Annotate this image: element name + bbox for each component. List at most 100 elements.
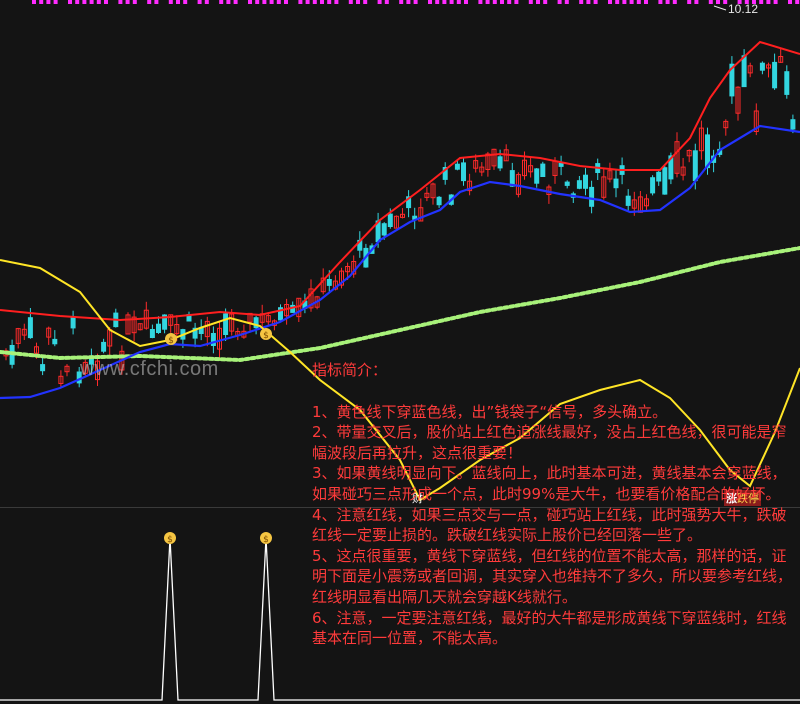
signal-marker: [82, 0, 87, 4]
candle-body: [540, 163, 546, 178]
signal-marker: [233, 0, 238, 4]
candle-body: [656, 171, 662, 182]
red-ma-line: [0, 40, 800, 322]
signal-marker: [586, 0, 591, 4]
svg-text:$: $: [167, 535, 173, 545]
signal-marker: [399, 0, 404, 4]
candle-body: [436, 196, 442, 206]
signal-marker: [75, 0, 80, 4]
description-item: 1、黄色线下穿蓝色线，出”钱袋子“信号，多头确立。: [312, 402, 668, 421]
signal-marker: [284, 0, 288, 4]
candle-body: [70, 317, 76, 329]
candle-body: [534, 168, 540, 184]
signal-marker: [125, 0, 130, 4]
signal-marker: [32, 0, 36, 4]
signal-marker: [629, 0, 634, 4]
money-bag-icon: $: [260, 328, 272, 341]
signal-marker: [204, 0, 209, 4]
signal-marker: [708, 0, 713, 4]
signal-marker: [406, 0, 411, 4]
candle-body: [223, 313, 229, 335]
signal-marker: [557, 0, 562, 4]
signal-marker: [478, 0, 483, 4]
signal-marker: [507, 0, 512, 4]
description-item: 6、注意，一定要注意红线，最好的大牛都是形成黄线下穿蓝线时，红线基本在同一位置，…: [312, 608, 787, 648]
signal-marker: [514, 0, 519, 4]
candle-body: [741, 55, 747, 88]
signal-marker: [716, 0, 720, 4]
high-price-label: 10.12: [728, 2, 759, 16]
signal-marker: [536, 0, 540, 4]
candle-body: [576, 180, 582, 189]
signal-marker: [492, 0, 497, 4]
signal-marker: [464, 0, 468, 4]
candle-body: [40, 364, 46, 372]
signal-marker: [68, 0, 72, 4]
signal-marker: [53, 0, 58, 4]
candle-body: [387, 213, 393, 228]
signal-marker: [96, 0, 101, 4]
signal-marker: [759, 0, 764, 4]
signal-marker: [543, 0, 548, 4]
signal-marker: [104, 0, 108, 4]
signal-marker: [564, 0, 569, 4]
signal-marker: [435, 0, 440, 4]
candle-body: [497, 156, 503, 169]
candle-body: [558, 162, 564, 167]
signal-marker: [500, 0, 504, 4]
signal-marker: [723, 0, 728, 4]
signal-marker: [363, 0, 368, 4]
signal-marker: [456, 0, 461, 4]
candle-body: [156, 323, 161, 334]
candle-body: [692, 150, 698, 182]
signal-marker: [795, 0, 800, 4]
signal-marker: [262, 0, 267, 4]
candle-body: [790, 119, 796, 130]
candle-body: [759, 62, 765, 71]
signal-marker: [622, 0, 627, 4]
signal-marker: [320, 0, 324, 4]
signal-marker: [334, 0, 339, 4]
candle-body: [149, 329, 155, 338]
top-signal-markers: [32, 0, 800, 4]
money-bag-icon: $: [164, 532, 176, 545]
signal-marker: [636, 0, 641, 4]
signal-marker: [694, 0, 699, 4]
signal-marker: [428, 0, 432, 4]
signal-marker: [298, 0, 303, 4]
candle-body: [27, 317, 33, 339]
candle-body: [772, 61, 778, 89]
signal-marker: [579, 0, 584, 4]
signal-marker: [248, 0, 252, 4]
candle-body: [381, 223, 387, 236]
description-item: 4、注意红线，如果三点交与一点，碰巧站上红线，此时强势大牛，跌破红线一定要止损的…: [312, 505, 787, 545]
candle-body: [625, 195, 631, 206]
candle-body: [564, 181, 570, 186]
description-title: 指标简介：: [312, 361, 388, 379]
signal-marker: [154, 0, 159, 4]
indicator-description: 指标简介： 1、黄色线下穿蓝色线，出”钱袋子“信号，多头确立。 2、带量交叉后，…: [312, 360, 796, 649]
signal-marker: [183, 0, 188, 4]
description-item: 5、这点很重要，黄线下穿蓝线，但红线的位置不能太高，那样的话，证明下面是小震荡或…: [312, 546, 793, 606]
candle-body: [589, 186, 595, 207]
signal-marker: [305, 0, 310, 4]
money-bag-icon: $: [260, 532, 272, 545]
svg-text:$: $: [168, 336, 174, 346]
watermark: www.cfchi.com: [80, 358, 219, 380]
candle-body: [461, 162, 466, 182]
signal-marker: [327, 0, 332, 4]
signal-marker: [687, 0, 692, 4]
signal-marker: [788, 0, 792, 4]
signal-marker: [276, 0, 281, 4]
signal-marker: [384, 0, 389, 4]
signal-marker: [168, 0, 173, 4]
signal-marker: [773, 0, 778, 4]
candle-body: [662, 167, 668, 195]
signal-marker: [528, 0, 533, 4]
signal-marker: [442, 0, 447, 4]
signal-marker: [219, 0, 224, 4]
signal-marker: [255, 0, 260, 4]
signal-marker: [269, 0, 274, 4]
signal-marker: [672, 0, 677, 4]
candle-body: [650, 177, 656, 194]
